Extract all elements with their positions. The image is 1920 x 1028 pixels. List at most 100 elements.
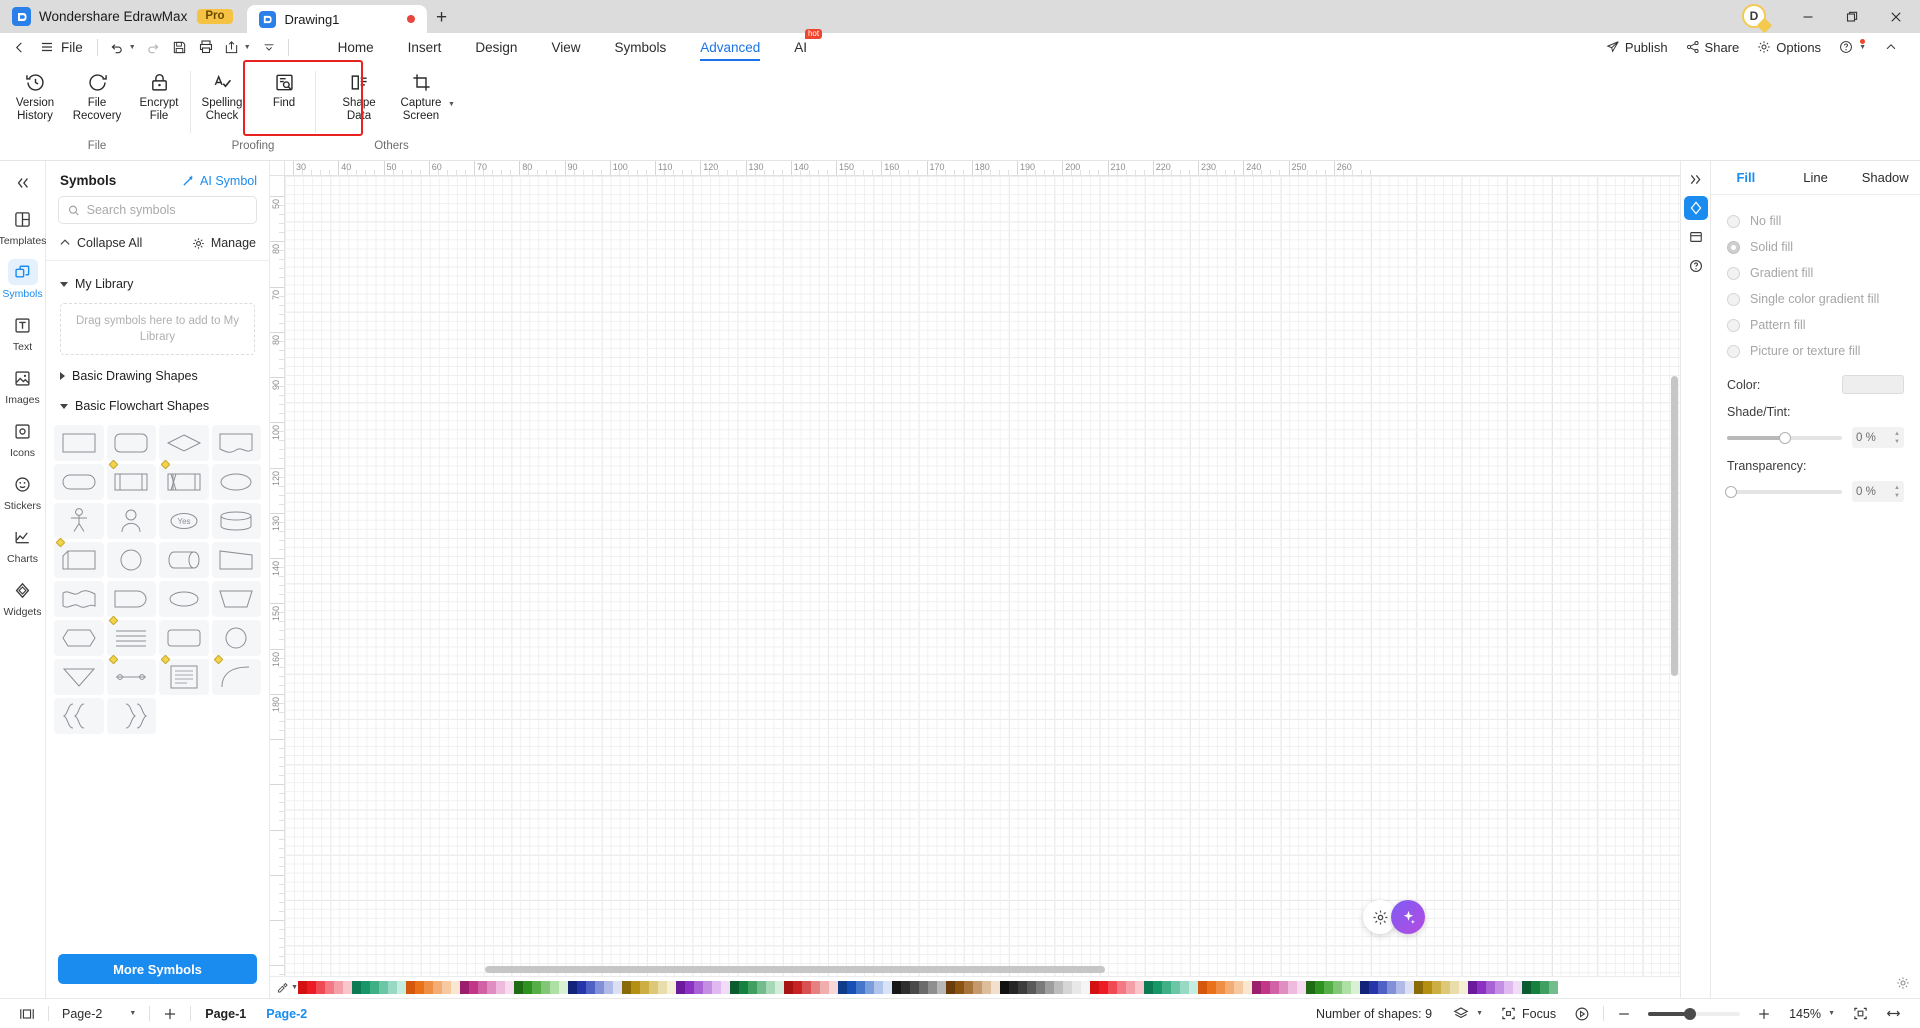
sidebar-item-images[interactable]: Images — [0, 358, 46, 411]
color-swatch[interactable] — [307, 981, 316, 994]
color-swatch[interactable] — [1099, 981, 1108, 994]
color-swatch[interactable] — [685, 981, 694, 994]
shape-manual-operation[interactable] — [211, 581, 261, 617]
color-swatch[interactable] — [388, 981, 397, 994]
color-swatch[interactable] — [406, 981, 415, 994]
color-swatch[interactable] — [1360, 981, 1369, 994]
expand-panel-icon[interactable] — [1684, 167, 1708, 191]
fill-option-no-fill[interactable]: No fill — [1727, 208, 1904, 234]
color-swatch[interactable] — [1477, 981, 1486, 994]
shape-predefined-process[interactable] — [106, 459, 156, 500]
shape-right-brace[interactable] — [106, 698, 156, 734]
color-swatch[interactable] — [1486, 981, 1495, 994]
manage-button[interactable]: Manage — [192, 236, 256, 250]
color-swatch[interactable] — [1531, 981, 1540, 994]
search-symbols-box[interactable] — [58, 196, 257, 224]
export-dropdown-caret-icon[interactable]: ▼ — [244, 44, 251, 51]
color-swatch[interactable] — [1009, 981, 1018, 994]
color-swatch[interactable] — [1522, 981, 1531, 994]
drawing-canvas[interactable] — [285, 176, 1680, 976]
color-swatch[interactable] — [586, 981, 595, 994]
shape-circle-connector[interactable] — [106, 542, 156, 578]
color-swatch[interactable] — [1252, 981, 1261, 994]
color-swatch[interactable] — [352, 981, 361, 994]
fill-option-picture-or-texture-fill[interactable]: Picture or texture fill — [1727, 338, 1904, 364]
shape-card-shape[interactable] — [54, 537, 104, 578]
shape-trapezoid-shape[interactable] — [211, 542, 261, 578]
color-swatch[interactable] — [1549, 981, 1558, 994]
color-swatch-button[interactable] — [1842, 375, 1904, 394]
capture-screen-button[interactable]: Capture Screen — [390, 67, 452, 127]
color-swatch[interactable] — [505, 981, 514, 994]
panel-settings-icon[interactable] — [1896, 976, 1910, 990]
color-swatch[interactable] — [1423, 981, 1432, 994]
capture-screen-dropdown-caret-icon[interactable]: ▼ — [448, 67, 455, 108]
color-swatch[interactable] — [964, 981, 973, 994]
color-swatch[interactable] — [1036, 981, 1045, 994]
zoom-slider-knob[interactable] — [1684, 1007, 1697, 1020]
color-swatch[interactable] — [1090, 981, 1099, 994]
color-swatch[interactable] — [568, 981, 577, 994]
color-swatch[interactable] — [1297, 981, 1306, 994]
color-swatch[interactable] — [541, 981, 550, 994]
color-swatch[interactable] — [469, 981, 478, 994]
shape-wave-shape[interactable] — [54, 581, 104, 617]
color-swatch[interactable] — [442, 981, 451, 994]
color-swatch[interactable] — [766, 981, 775, 994]
fit-page-button[interactable] — [1844, 1003, 1877, 1025]
shape-offpage-connector[interactable] — [159, 620, 209, 656]
shape-decision-diamond[interactable] — [159, 425, 209, 461]
color-swatch[interactable] — [595, 981, 604, 994]
ai-assistant-button[interactable] — [1391, 900, 1425, 934]
color-swatch[interactable] — [460, 981, 469, 994]
layout-properties-icon[interactable] — [1684, 225, 1708, 249]
color-swatch[interactable] — [1333, 981, 1342, 994]
collapse-ribbon-button[interactable] — [1876, 37, 1906, 57]
color-swatch[interactable] — [676, 981, 685, 994]
color-swatch[interactable] — [1117, 981, 1126, 994]
add-page-button[interactable] — [154, 1003, 186, 1025]
color-swatch[interactable] — [550, 981, 559, 994]
view-mode-button[interactable] — [10, 1003, 44, 1025]
color-swatch[interactable] — [559, 981, 568, 994]
tab-shadow[interactable]: Shadow — [1850, 161, 1920, 194]
shape-terminator-shape[interactable] — [54, 464, 104, 500]
color-swatch[interactable] — [946, 981, 955, 994]
color-swatch[interactable] — [973, 981, 982, 994]
shape-connector-line[interactable] — [106, 654, 156, 695]
color-swatch[interactable] — [1000, 981, 1009, 994]
color-swatch[interactable] — [865, 981, 874, 994]
color-swatch[interactable] — [1414, 981, 1423, 994]
sidebar-item-charts[interactable]: Charts — [0, 517, 46, 570]
fill-option-pattern-fill[interactable]: Pattern fill — [1727, 312, 1904, 338]
color-swatch[interactable] — [1234, 981, 1243, 994]
sidebar-item-stickers[interactable]: Stickers — [0, 464, 46, 517]
color-swatch[interactable] — [343, 981, 352, 994]
shape-document-shape[interactable] — [211, 425, 261, 461]
export-button[interactable]: ▼ — [219, 34, 256, 60]
color-swatch[interactable] — [1171, 981, 1180, 994]
sidebar-item-text[interactable]: Text — [0, 305, 46, 358]
color-swatch[interactable] — [820, 981, 829, 994]
color-swatch[interactable] — [1126, 981, 1135, 994]
color-swatch[interactable] — [1063, 981, 1072, 994]
shape-arc-shape[interactable] — [211, 654, 261, 695]
color-swatch[interactable] — [757, 981, 766, 994]
back-button[interactable] — [6, 34, 32, 60]
color-swatch[interactable] — [316, 981, 325, 994]
redo-button[interactable] — [141, 34, 167, 60]
page-tab-page-1[interactable]: Page-1 — [195, 1003, 256, 1025]
color-swatch[interactable] — [451, 981, 460, 994]
shape-data-button[interactable]: Shape Data — [328, 67, 390, 127]
shape-circle-shape[interactable] — [211, 620, 261, 656]
color-swatch[interactable] — [694, 981, 703, 994]
tab-design[interactable]: Design — [458, 33, 534, 61]
color-swatch[interactable] — [1144, 981, 1153, 994]
document-tab[interactable]: Drawing1 — [246, 5, 427, 33]
collapse-all-button[interactable]: Collapse All — [59, 236, 142, 250]
color-swatch[interactable] — [1513, 981, 1522, 994]
shape-actor-figure[interactable] — [54, 503, 104, 539]
new-tab-button[interactable]: + — [427, 3, 457, 33]
shape-ellipse-shape[interactable] — [211, 464, 261, 500]
shape-direct-access-storage[interactable] — [159, 542, 209, 578]
